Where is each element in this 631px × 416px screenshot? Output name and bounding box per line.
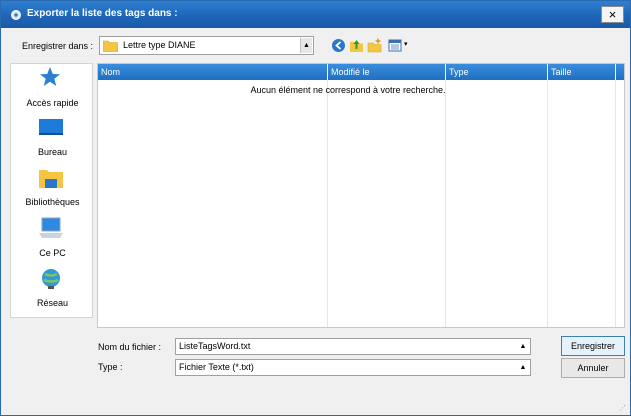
save-in-label: Enregistrer dans : (22, 41, 94, 51)
place-label: Bureau (37, 147, 68, 157)
resize-grip-icon[interactable]: ⋰ (619, 404, 626, 412)
new-folder-icon[interactable] (367, 38, 382, 53)
gear-icon (11, 10, 21, 20)
libraries-icon (39, 170, 63, 188)
place-quick-access[interactable]: Accès rapide (11, 66, 94, 116)
cancel-button[interactable]: Annuler (561, 358, 625, 378)
place-this-pc[interactable]: Ce PC (11, 217, 94, 267)
back-icon[interactable] (331, 38, 346, 53)
filename-label: Nom du fichier : (98, 342, 162, 352)
folder-icon (103, 40, 118, 52)
chevron-down-icon[interactable]: ▲ (300, 38, 312, 53)
view-menu-icon[interactable] (388, 38, 403, 53)
star-icon (40, 67, 60, 86)
place-libraries[interactable]: Bibliothèques (11, 167, 94, 217)
chevron-down-icon[interactable]: ▲ (517, 361, 529, 374)
filetype-value: Fichier Texte (*.txt) (179, 362, 254, 372)
save-dialog: Exporter la liste des tags dans : × Enre… (0, 0, 631, 416)
desktop-icon (39, 119, 63, 135)
title-bar[interactable]: Exporter la liste des tags dans : × (1, 1, 630, 28)
empty-message: Aucun élément ne correspond à votre rech… (250, 85, 446, 95)
place-label: Accès rapide (26, 98, 79, 108)
filename-input[interactable]: ListeTagsWord.txt ▲ (175, 338, 531, 355)
place-label: Réseau (36, 298, 69, 308)
filetype-select[interactable]: Fichier Texte (*.txt) ▲ (175, 359, 531, 376)
column-divider (547, 80, 548, 327)
column-divider (615, 80, 616, 327)
filetype-label: Type : (98, 362, 123, 372)
up-folder-icon[interactable] (349, 38, 364, 53)
column-divider (445, 80, 446, 327)
view-dropdown-icon[interactable]: ▾ (404, 40, 408, 48)
network-icon (42, 269, 60, 289)
place-label: Bibliothèques (25, 197, 80, 207)
column-header-name[interactable]: Nom (98, 64, 328, 80)
column-header-size[interactable]: Taille (548, 64, 616, 80)
computer-icon (39, 217, 63, 238)
location-combo[interactable]: Lettre type DIANE ▲ (99, 36, 314, 55)
places-bar: Accès rapide Bureau Bibliothèques Ce PC (10, 63, 93, 318)
file-list[interactable]: Nom Modifié le Type Taille Aucun élément… (97, 63, 625, 328)
close-icon: × (608, 7, 617, 22)
location-value: Lettre type DIANE (123, 40, 196, 50)
column-divider (327, 80, 328, 327)
column-header-type[interactable]: Type (446, 64, 548, 80)
filename-value: ListeTagsWord.txt (179, 341, 251, 351)
place-desktop[interactable]: Bureau (11, 117, 94, 167)
dialog-title: Exporter la liste des tags dans : (27, 8, 178, 19)
close-button[interactable]: × (601, 6, 624, 23)
chevron-down-icon[interactable]: ▲ (517, 340, 529, 353)
column-header-modified[interactable]: Modifié le (328, 64, 446, 80)
place-network[interactable]: Réseau (11, 268, 94, 318)
save-button[interactable]: Enregistrer (561, 336, 625, 356)
column-header-filler (616, 64, 624, 80)
place-label: Ce PC (39, 248, 66, 258)
